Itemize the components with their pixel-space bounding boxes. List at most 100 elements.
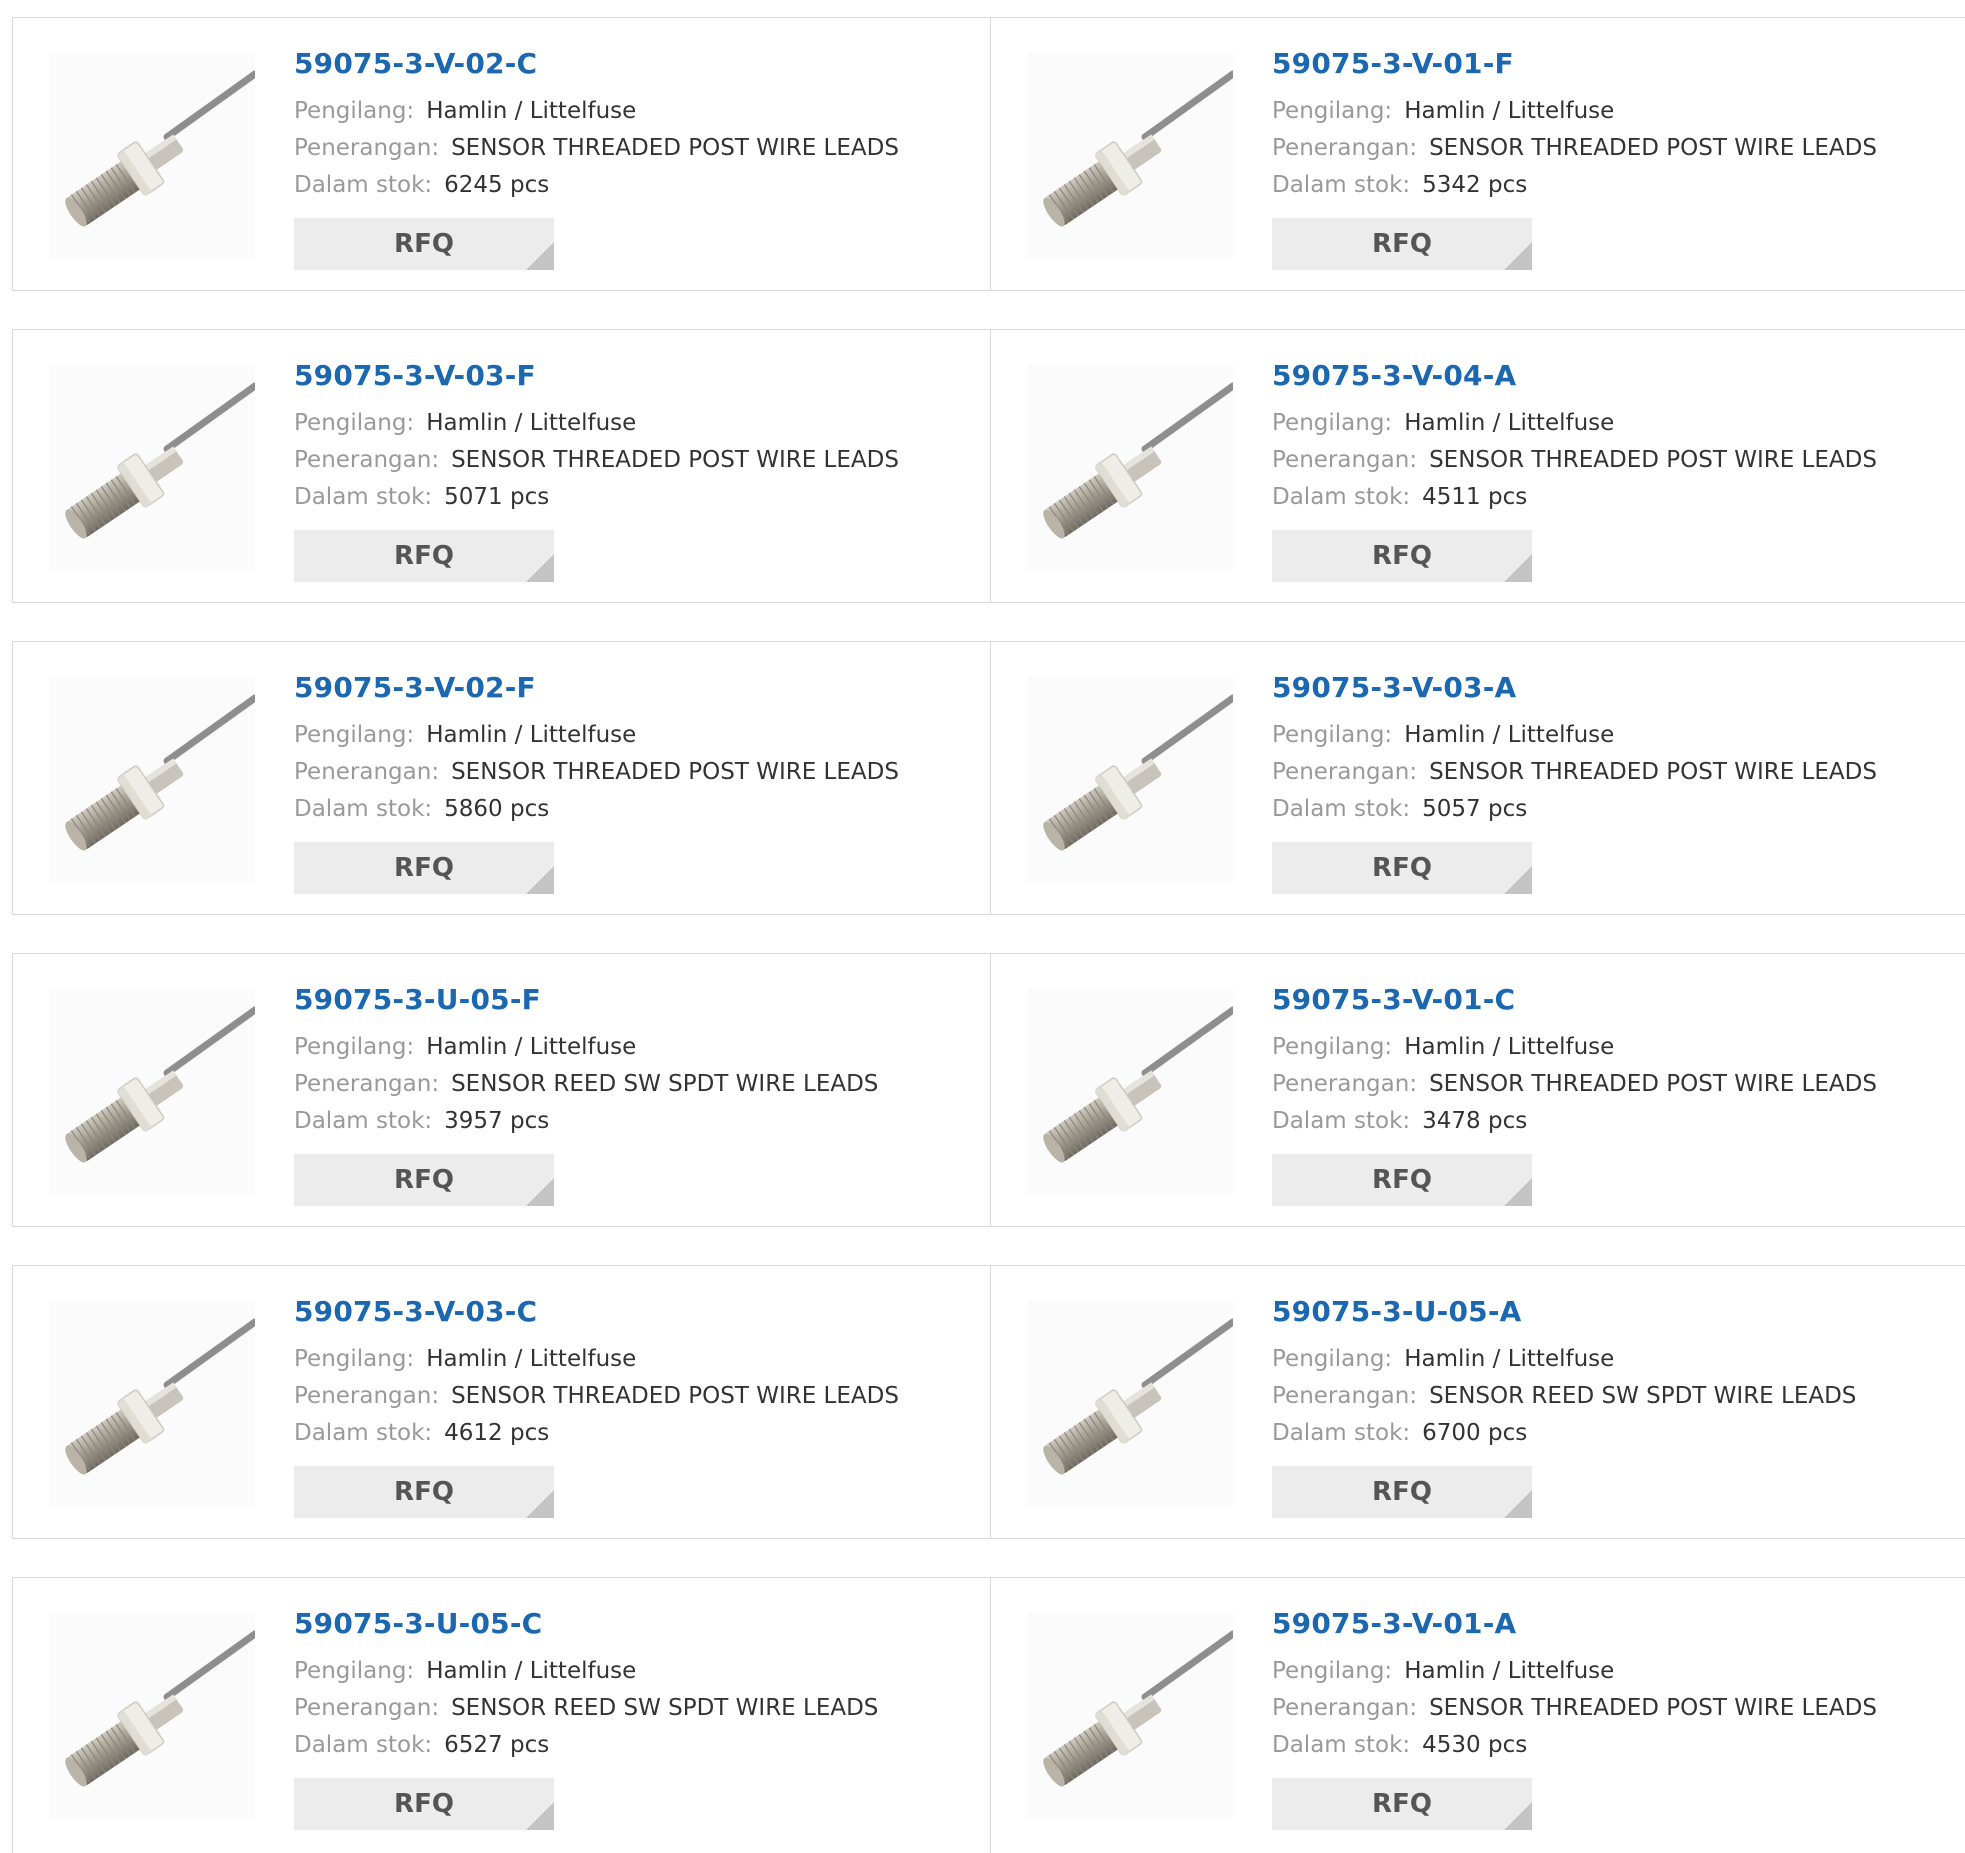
- rfq-label: RFQ: [394, 229, 454, 259]
- stock-value: 5342 pcs: [1422, 172, 1528, 198]
- part-number-link[interactable]: 59075-3-U-05-F: [294, 982, 974, 1018]
- product-image[interactable]: [1027, 988, 1233, 1194]
- stock-row: Dalam stok: 3957 pcs: [294, 1103, 974, 1140]
- stock-row: Dalam stok: 5860 pcs: [294, 791, 974, 828]
- product-row: 59075-3-U-05-F Pengilang: Hamlin / Littel…: [12, 953, 1965, 1227]
- description-value: SENSOR THREADED POST WIRE LEADS: [1429, 759, 1877, 785]
- part-number-link[interactable]: 59075-3-V-03-C: [294, 1294, 974, 1330]
- description-label: Penerangan:: [294, 447, 440, 473]
- manufacturer-value: Hamlin / Littelfuse: [1404, 98, 1615, 124]
- stock-row: Dalam stok: 6700 pcs: [1272, 1415, 1952, 1452]
- description-row: Penerangan: SENSOR THREADED POST WIRE LEA…: [294, 754, 974, 791]
- manufacturer-row: Pengilang: Hamlin / Littelfuse: [294, 405, 974, 442]
- product-info: 59075-3-V-02-C Pengilang: Hamlin / Littel…: [294, 46, 974, 204]
- product-image[interactable]: [49, 1612, 255, 1818]
- product-info: 59075-3-V-01-A Pengilang: Hamlin / Littel…: [1272, 1606, 1952, 1764]
- triangle-corner-icon: [526, 1802, 554, 1830]
- product-card: 59075-3-V-04-A Pengilang: Hamlin / Littel…: [991, 330, 1965, 602]
- part-number-link[interactable]: 59075-3-V-01-F: [1272, 46, 1952, 82]
- product-image[interactable]: [49, 364, 255, 570]
- rfq-button[interactable]: RFQ: [294, 530, 554, 582]
- rfq-button[interactable]: RFQ: [1272, 1466, 1532, 1518]
- description-value: SENSOR REED SW SPDT WIRE LEADS: [451, 1695, 879, 1721]
- manufacturer-label: Pengilang:: [294, 1658, 415, 1684]
- rfq-label: RFQ: [394, 1165, 454, 1195]
- stock-row: Dalam stok: 5071 pcs: [294, 479, 974, 516]
- product-row: 59075-3-U-05-C Pengilang: Hamlin / Littel…: [12, 1577, 1965, 1853]
- stock-value: 3957 pcs: [444, 1108, 550, 1134]
- stock-value: 3478 pcs: [1422, 1108, 1528, 1134]
- rfq-button[interactable]: RFQ: [294, 1154, 554, 1206]
- stock-label: Dalam stok:: [294, 1732, 433, 1758]
- product-info: 59075-3-U-05-C Pengilang: Hamlin / Littel…: [294, 1606, 974, 1764]
- description-label: Penerangan:: [294, 135, 440, 161]
- product-image[interactable]: [49, 988, 255, 1194]
- sensor-image-icon: [1043, 1630, 1233, 1787]
- stock-value: 6245 pcs: [444, 172, 550, 198]
- manufacturer-label: Pengilang:: [1272, 410, 1393, 436]
- part-number-link[interactable]: 59075-3-V-03-F: [294, 358, 974, 394]
- description-row: Penerangan: SENSOR REED SW SPDT WIRE LEAD…: [294, 1066, 974, 1103]
- manufacturer-label: Pengilang:: [1272, 1034, 1393, 1060]
- rfq-button[interactable]: RFQ: [1272, 1778, 1532, 1830]
- description-value: SENSOR THREADED POST WIRE LEADS: [1429, 135, 1877, 161]
- part-number-link[interactable]: 59075-3-V-03-A: [1272, 670, 1952, 706]
- description-row: Penerangan: SENSOR THREADED POST WIRE LEA…: [294, 130, 974, 167]
- part-number-link[interactable]: 59075-3-U-05-A: [1272, 1294, 1952, 1330]
- rfq-button[interactable]: RFQ: [294, 218, 554, 270]
- part-number-link[interactable]: 59075-3-V-02-F: [294, 670, 974, 706]
- stock-row: Dalam stok: 5057 pcs: [1272, 791, 1952, 828]
- manufacturer-value: Hamlin / Littelfuse: [426, 1346, 637, 1372]
- product-image[interactable]: [49, 1300, 255, 1506]
- product-image[interactable]: [1027, 1612, 1233, 1818]
- rfq-label: RFQ: [1372, 229, 1432, 259]
- product-image[interactable]: [1027, 1300, 1233, 1506]
- rfq-button[interactable]: RFQ: [1272, 1154, 1532, 1206]
- product-info: 59075-3-U-05-F Pengilang: Hamlin / Littel…: [294, 982, 974, 1140]
- part-number-link[interactable]: 59075-3-V-01-C: [1272, 982, 1952, 1018]
- manufacturer-value: Hamlin / Littelfuse: [426, 410, 637, 436]
- rfq-label: RFQ: [1372, 1789, 1432, 1819]
- manufacturer-row: Pengilang: Hamlin / Littelfuse: [1272, 717, 1952, 754]
- product-image[interactable]: [1027, 52, 1233, 258]
- product-card: 59075-3-V-03-F Pengilang: Hamlin / Littel…: [13, 330, 991, 602]
- manufacturer-value: Hamlin / Littelfuse: [1404, 1034, 1615, 1060]
- product-image[interactable]: [49, 676, 255, 882]
- product-image[interactable]: [1027, 676, 1233, 882]
- rfq-button[interactable]: RFQ: [1272, 218, 1532, 270]
- description-value: SENSOR THREADED POST WIRE LEADS: [451, 1383, 899, 1409]
- stock-value: 4530 pcs: [1422, 1732, 1528, 1758]
- rfq-button[interactable]: RFQ: [1272, 842, 1532, 894]
- stock-value: 5860 pcs: [444, 796, 550, 822]
- product-card: 59075-3-V-02-F Pengilang: Hamlin / Littel…: [13, 642, 991, 914]
- stock-label: Dalam stok:: [1272, 484, 1411, 510]
- product-info: 59075-3-U-05-A Pengilang: Hamlin / Littel…: [1272, 1294, 1952, 1452]
- triangle-corner-icon: [1504, 1490, 1532, 1518]
- product-card: 59075-3-V-02-C Pengilang: Hamlin / Littel…: [13, 18, 991, 290]
- rfq-label: RFQ: [394, 853, 454, 883]
- stock-label: Dalam stok:: [294, 1108, 433, 1134]
- product-image[interactable]: [1027, 364, 1233, 570]
- manufacturer-label: Pengilang:: [294, 98, 415, 124]
- stock-row: Dalam stok: 5342 pcs: [1272, 167, 1952, 204]
- manufacturer-row: Pengilang: Hamlin / Littelfuse: [1272, 405, 1952, 442]
- sensor-image-icon: [65, 70, 255, 227]
- rfq-button[interactable]: RFQ: [1272, 530, 1532, 582]
- stock-label: Dalam stok:: [1272, 1420, 1411, 1446]
- rfq-button[interactable]: RFQ: [294, 1466, 554, 1518]
- part-number-link[interactable]: 59075-3-U-05-C: [294, 1606, 974, 1642]
- description-label: Penerangan:: [1272, 447, 1418, 473]
- part-number-link[interactable]: 59075-3-V-04-A: [1272, 358, 1952, 394]
- rfq-button[interactable]: RFQ: [294, 842, 554, 894]
- description-label: Penerangan:: [294, 1071, 440, 1097]
- part-number-link[interactable]: 59075-3-V-02-C: [294, 46, 974, 82]
- description-value: SENSOR THREADED POST WIRE LEADS: [451, 447, 899, 473]
- triangle-corner-icon: [526, 554, 554, 582]
- sensor-image-icon: [65, 382, 255, 539]
- part-number-link[interactable]: 59075-3-V-01-A: [1272, 1606, 1952, 1642]
- rfq-button[interactable]: RFQ: [294, 1778, 554, 1830]
- product-card: 59075-3-V-03-A Pengilang: Hamlin / Littel…: [991, 642, 1965, 914]
- product-info: 59075-3-V-03-A Pengilang: Hamlin / Littel…: [1272, 670, 1952, 828]
- product-image[interactable]: [49, 52, 255, 258]
- manufacturer-row: Pengilang: Hamlin / Littelfuse: [1272, 1029, 1952, 1066]
